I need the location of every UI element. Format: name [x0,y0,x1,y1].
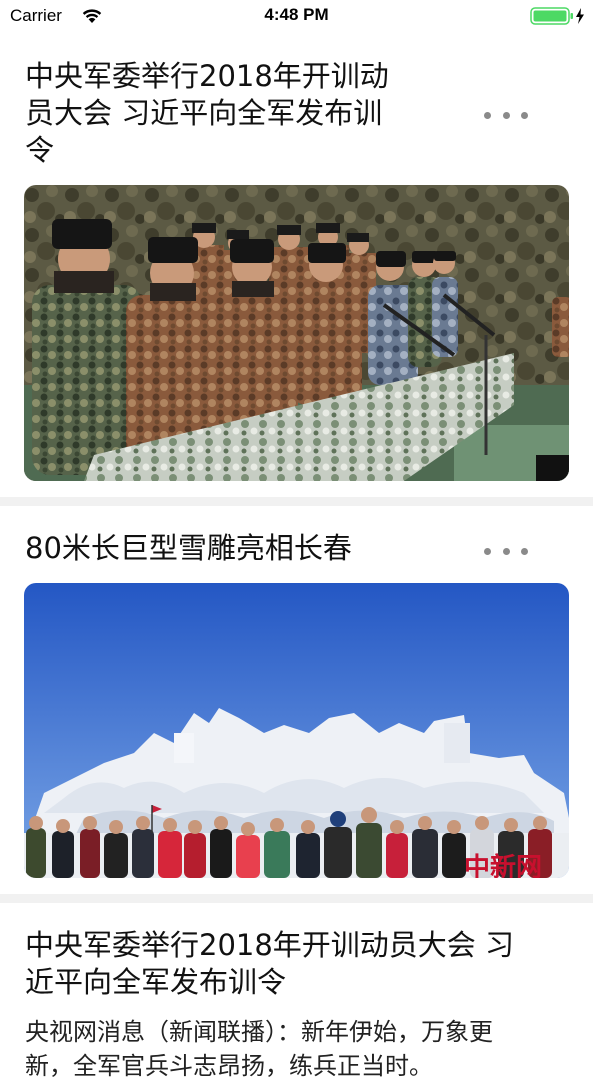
card-separator [0,497,593,506]
news-title-line: 员大会 习近平向全军发布训 [25,96,383,130]
news-title-line: 令 [25,133,55,167]
clock: 4:48 PM [264,5,329,24]
card-separator [0,894,593,903]
watermark-logo: 中新网 [464,852,542,878]
snow-sculpture-photo: 中新网 [24,583,569,878]
news-card[interactable]: 中央军委举行2018年开训动员大会 习 近平向全军发布训令 央视网消息（新闻联播… [0,903,593,1080]
news-image[interactable] [24,185,569,481]
news-summary-line: 新，全军官兵斗志昂扬，练兵正当时。 [25,1052,433,1080]
news-card[interactable]: 80米长巨型雪雕亮相长春 中新网 [0,506,593,894]
news-title-line: 近平向全军发布训令 [25,965,287,999]
news-title[interactable]: 中央军委举行2018年开训动 员大会 习近平向全军发布训 令 [25,58,445,169]
news-summary: 央视网消息（新闻联播）：新年伊始，万象更 新，全军官兵斗志昂扬，练兵正当时。 [25,1015,555,1083]
more-dots-icon[interactable] [484,108,528,122]
news-summary-line: 央视网消息（新闻联播）：新年伊始，万象更 [25,1018,493,1046]
news-title[interactable]: 80米长巨型雪雕亮相长春 [25,530,465,567]
battery-charging-icon [530,7,584,25]
news-title-line: 中央军委举行2018年开训动 [25,59,389,93]
news-image[interactable]: 中新网 [24,583,569,878]
news-title-line: 中央军委举行2018年开训动员大会 习 [25,928,515,962]
news-card[interactable]: 中央军委举行2018年开训动 员大会 习近平向全军发布训 令 [0,34,593,497]
news-title[interactable]: 中央军委举行2018年开训动员大会 习 近平向全军发布训令 [25,927,570,1001]
status-bar: Carrier 4:48 PM [0,0,593,34]
more-dots-icon[interactable] [484,544,528,558]
military-ceremony-photo [24,185,569,481]
